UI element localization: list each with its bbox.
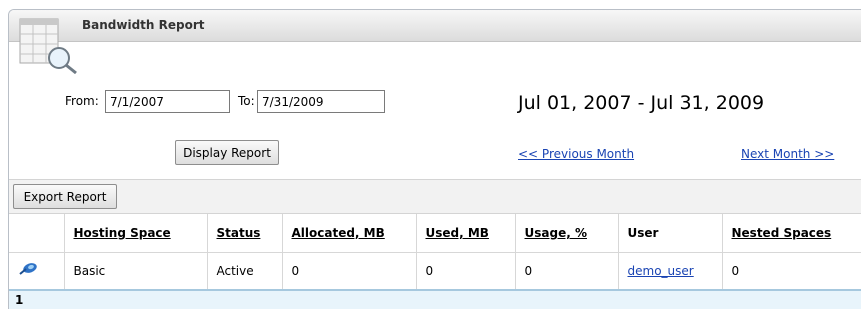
nested-spaces-cell: 0 bbox=[721, 251, 861, 289]
column-header-user: User bbox=[617, 214, 722, 252]
from-date-input[interactable] bbox=[105, 90, 230, 113]
hosting-space-icon[interactable] bbox=[18, 263, 38, 279]
bandwidth-table: Hosting Space Status Allocated, MB Used,… bbox=[9, 214, 861, 289]
column-header-usage[interactable]: Usage, % bbox=[514, 214, 618, 252]
table-row: Basic Active 0 0 0 demo_user 0 bbox=[9, 251, 861, 289]
used-cell: 0 bbox=[415, 251, 515, 289]
previous-month-link[interactable]: << Previous Month bbox=[518, 147, 634, 161]
hosting-space-icon-cell bbox=[9, 251, 64, 289]
user-cell: demo_user bbox=[617, 251, 722, 289]
from-label: From: bbox=[65, 94, 99, 108]
usage-cell: 0 bbox=[514, 251, 618, 289]
column-header-hosting-space[interactable]: Hosting Space bbox=[63, 214, 207, 252]
report-magnifier-icon bbox=[19, 16, 81, 75]
panel-title-bar: Bandwidth Report bbox=[9, 10, 861, 42]
to-label: To: bbox=[238, 94, 255, 108]
date-range-heading: Jul 01, 2007 - Jul 31, 2009 bbox=[518, 92, 765, 114]
to-date-input[interactable] bbox=[257, 90, 385, 113]
table-header-row: Hosting Space Status Allocated, MB Used,… bbox=[9, 214, 861, 252]
panel-title: Bandwidth Report bbox=[82, 18, 205, 32]
status-cell: Active bbox=[206, 251, 282, 289]
column-header-used[interactable]: Used, MB bbox=[415, 214, 515, 252]
hosting-space-cell: Basic bbox=[63, 251, 207, 289]
display-report-button[interactable]: Display Report bbox=[175, 140, 279, 165]
next-month-link[interactable]: Next Month >> bbox=[741, 147, 834, 161]
pager-page-1[interactable]: 1 bbox=[15, 293, 23, 307]
pager: 1 bbox=[9, 289, 861, 309]
column-header-icon bbox=[9, 214, 64, 252]
export-toolbar: Export Report bbox=[9, 179, 861, 214]
bandwidth-report-panel: Bandwidth Report From: To: Jul 01, 2007 … bbox=[8, 9, 861, 309]
column-header-allocated[interactable]: Allocated, MB bbox=[281, 214, 416, 252]
user-link[interactable]: demo_user bbox=[628, 264, 694, 278]
allocated-cell: 0 bbox=[281, 251, 416, 289]
column-header-nested-spaces[interactable]: Nested Spaces bbox=[721, 214, 861, 252]
export-report-button[interactable]: Export Report bbox=[13, 184, 117, 209]
column-header-status[interactable]: Status bbox=[206, 214, 282, 252]
